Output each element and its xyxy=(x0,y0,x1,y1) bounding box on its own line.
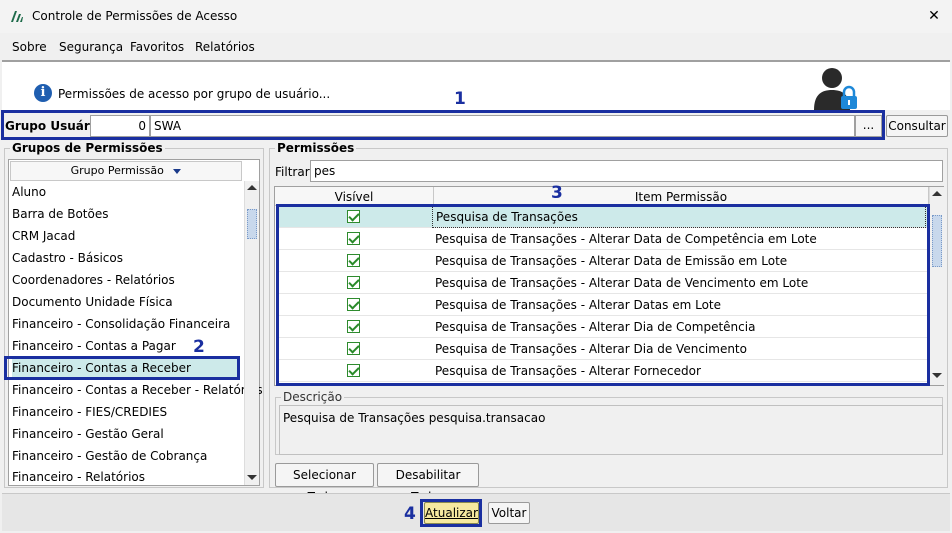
header-text: Permissões de acesso por grupo de usuári… xyxy=(58,87,331,101)
select-all-button[interactable]: Selecionar Todos xyxy=(275,463,374,504)
list-item[interactable]: Financeiro - FIES/CREDIES xyxy=(12,401,240,423)
annotation-2: 2 xyxy=(193,337,205,357)
permissions-title: Permissões xyxy=(275,141,357,155)
annotation-1: 1 xyxy=(454,89,466,109)
disable-all-button[interactable]: Desabilitar Todos xyxy=(377,463,479,504)
list-item[interactable]: Coordenadores - Relatórios xyxy=(12,269,240,291)
list-item[interactable]: CRM Jacad xyxy=(12,225,240,247)
info-icon: i xyxy=(34,84,52,102)
groups-column-label: Grupo Permissão xyxy=(70,164,164,177)
annotation-4: 4 xyxy=(404,504,416,524)
scroll-down-icon[interactable] xyxy=(247,475,257,480)
consultar-button[interactable]: Consultar xyxy=(886,115,948,137)
user-lock-icon xyxy=(814,68,857,110)
grid-scrollbar[interactable] xyxy=(929,187,944,385)
menu-favoritos[interactable]: Favoritos xyxy=(130,40,184,54)
list-item[interactable]: Financeiro - Gestão Geral xyxy=(12,423,240,445)
description-title: Descrição xyxy=(281,390,345,404)
list-item[interactable]: Aluno xyxy=(12,181,240,203)
list-item[interactable]: Documento Unidade Física xyxy=(12,291,240,313)
highlight-box-3 xyxy=(276,204,930,386)
list-item[interactable]: Barra de Botões xyxy=(12,203,240,225)
scroll-down-icon[interactable] xyxy=(932,373,942,378)
menu-sobre[interactable]: Sobre xyxy=(12,40,47,54)
list-item[interactable]: Financeiro - Relatórios xyxy=(12,467,240,485)
grupo-name-field[interactable]: SWA xyxy=(150,115,855,137)
description-text: Pesquisa de Transações pesquisa.transaca… xyxy=(279,405,943,455)
grupo-code-field[interactable]: 0 xyxy=(90,115,150,137)
scroll-thumb[interactable] xyxy=(247,209,257,239)
list-item[interactable]: Financeiro - Contas a Pagar xyxy=(12,335,240,357)
filter-label: Filtrar: xyxy=(275,165,314,179)
window-title: Controle de Permissões de Acesso xyxy=(32,9,238,23)
voltar-button[interactable]: Voltar xyxy=(488,502,530,524)
close-icon[interactable]: ✕ xyxy=(924,6,944,26)
groups-title: Grupos de Permissões xyxy=(10,141,165,155)
highlight-box-2 xyxy=(4,356,240,380)
grupo-lookup-button[interactable]: ... xyxy=(855,115,882,137)
header-panel xyxy=(2,60,950,110)
menu-seguranca[interactable]: Segurança xyxy=(59,40,123,54)
scroll-thumb[interactable] xyxy=(932,215,942,267)
list-item[interactable]: Financeiro - Gestão de Cobrança xyxy=(12,445,240,467)
list-item[interactable]: Cadastro - Básicos xyxy=(12,247,240,269)
list-item[interactable]: Financeiro - Consolidação Financeira xyxy=(12,313,240,335)
menu-relatorios[interactable]: Relatórios xyxy=(195,40,255,54)
sort-down-icon xyxy=(173,168,182,174)
app-logo-icon xyxy=(11,11,23,22)
scroll-up-icon[interactable] xyxy=(247,185,257,190)
atualizar-button[interactable]: Atualizar xyxy=(424,502,479,524)
scroll-up-icon[interactable] xyxy=(932,191,942,196)
list-item[interactable]: Financeiro - Contas a Receber - Relatóri… xyxy=(12,379,263,401)
annotation-3: 3 xyxy=(551,183,563,203)
groups-scrollbar[interactable] xyxy=(244,181,259,485)
groups-column-header[interactable]: Grupo Permissão xyxy=(10,161,242,181)
filter-input[interactable]: pes xyxy=(310,160,943,182)
